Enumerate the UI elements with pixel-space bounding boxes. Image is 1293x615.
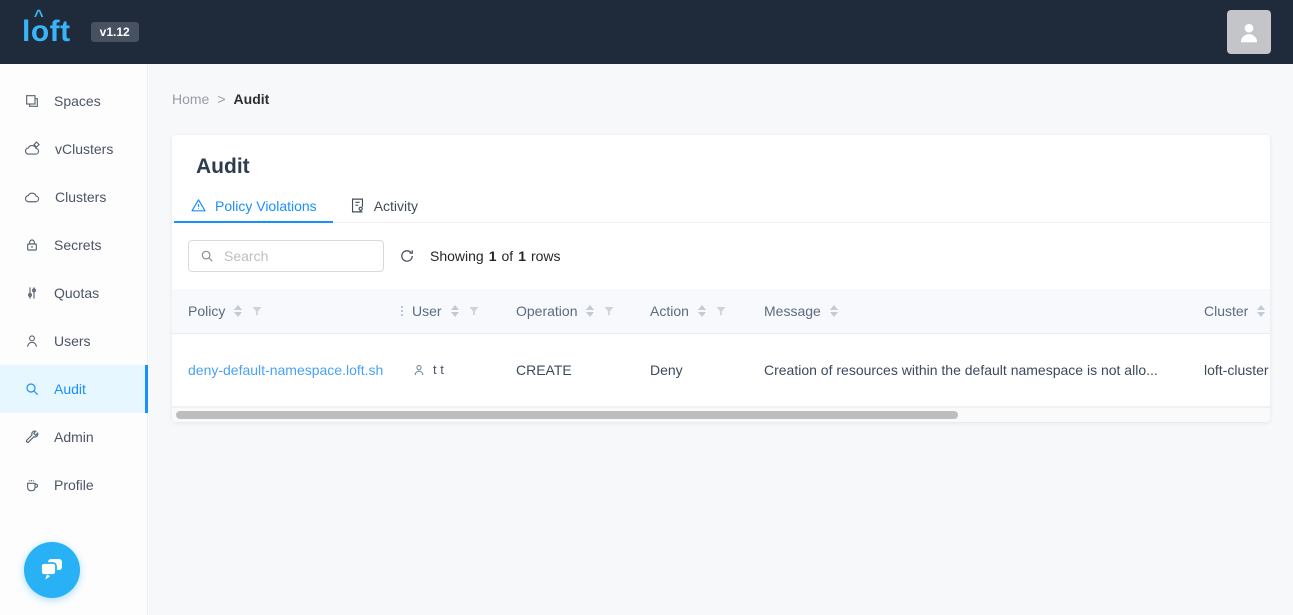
sidebar-item-label: Audit <box>54 381 86 397</box>
scrollbar-thumb[interactable] <box>176 411 958 419</box>
column-header-action: Action <box>642 289 756 333</box>
vclusters-icon <box>24 141 41 158</box>
version-badge: v1.12 <box>91 22 139 42</box>
search-input[interactable] <box>222 247 372 265</box>
sidebar-item-label: Clusters <box>55 189 106 205</box>
user-icon <box>1236 19 1262 45</box>
sidebar-item-audit[interactable]: Audit <box>0 365 147 413</box>
profile-cup-icon <box>24 477 40 493</box>
breadcrumb-separator: > <box>217 91 225 107</box>
chat-bubbles-icon <box>36 554 68 586</box>
filter-icon[interactable] <box>603 305 615 317</box>
sort-icon[interactable] <box>1257 305 1265 317</box>
tab-activity[interactable]: Activity <box>333 191 434 222</box>
sidebar-item-quotas[interactable]: Quotas <box>0 269 147 317</box>
filter-icon[interactable] <box>468 305 480 317</box>
tab-policy-violations[interactable]: Policy Violations <box>174 191 333 222</box>
breadcrumb: Home > Audit <box>172 91 1293 107</box>
breadcrumb-home[interactable]: Home <box>172 91 209 107</box>
policy-cell: deny-default-namespace.loft.sh <box>172 333 404 406</box>
clusters-icon <box>24 189 41 206</box>
loft-logo[interactable]: ^ loft <box>22 17 71 47</box>
action-cell: Deny <box>642 333 756 406</box>
sort-icon[interactable] <box>234 305 242 317</box>
chat-widget-button[interactable] <box>24 542 80 598</box>
sidebar-item-spaces[interactable]: Spaces <box>0 77 147 125</box>
table-row[interactable]: deny-default-namespace.loft.sh t t CREAT… <box>172 333 1270 406</box>
logo-roof-icon: ^ <box>29 7 49 24</box>
topbar: ^ loft v1.12 <box>0 0 1293 64</box>
sidebar-item-vclusters[interactable]: vClusters <box>0 125 147 173</box>
column-header-policy: Policy <box>172 289 404 333</box>
sidebar-item-label: Spaces <box>54 93 101 109</box>
column-header-operation: Operation <box>508 289 642 333</box>
users-icon <box>24 333 40 349</box>
column-resize-handle[interactable] <box>401 306 403 316</box>
violations-table: Policy User <box>172 289 1270 422</box>
user-avatar[interactable] <box>1227 10 1271 54</box>
audit-card: Audit Policy Violations Activity <box>172 135 1270 422</box>
search-box <box>188 240 384 272</box>
column-header-cluster: Cluster <box>1196 289 1270 333</box>
sidebar-item-label: Users <box>54 333 91 349</box>
cluster-cell: loft-cluster <box>1196 333 1270 406</box>
rows-current: 1 <box>489 248 497 264</box>
user-cell: t t <box>404 333 508 406</box>
tab-label: Policy Violations <box>215 198 317 214</box>
sort-icon[interactable] <box>586 305 594 317</box>
secrets-icon <box>24 237 40 253</box>
sidebar-item-label: Profile <box>54 477 94 493</box>
sidebar-item-clusters[interactable]: Clusters <box>0 173 147 221</box>
tab-label: Activity <box>374 198 418 214</box>
rows-total: 1 <box>518 248 526 264</box>
audit-search-icon <box>24 381 40 397</box>
sidebar-item-label: Secrets <box>54 237 101 253</box>
operation-cell: CREATE <box>508 333 642 406</box>
row-count-status: Showing 1 of 1 rows <box>430 248 561 264</box>
refresh-icon[interactable] <box>399 248 415 264</box>
user-icon <box>412 363 426 377</box>
sidebar-item-label: vClusters <box>55 141 113 157</box>
column-header-user: User <box>404 289 508 333</box>
sort-icon[interactable] <box>451 305 459 317</box>
message-cell: Creation of resources within the default… <box>756 333 1196 406</box>
spaces-icon <box>24 93 40 109</box>
breadcrumb-current: Audit <box>234 91 270 107</box>
sort-icon[interactable] <box>830 305 838 317</box>
warning-triangle-icon <box>190 197 207 214</box>
sidebar-item-users[interactable]: Users <box>0 317 147 365</box>
sort-icon[interactable] <box>698 305 706 317</box>
main-content: Home > Audit Audit Policy Violations Act… <box>148 64 1293 615</box>
sidebar-item-label: Admin <box>54 429 94 445</box>
sidebar-item-label: Quotas <box>54 285 99 301</box>
sidebar-item-admin[interactable]: Admin <box>0 413 147 461</box>
column-header-message: Message <box>756 289 1196 333</box>
filter-icon[interactable] <box>715 305 727 317</box>
admin-wrench-icon <box>24 429 40 445</box>
filter-icon[interactable] <box>251 305 263 317</box>
activity-audit-icon <box>349 197 366 214</box>
policy-link[interactable]: deny-default-namespace.loft.sh <box>188 362 383 378</box>
sidebar: Spaces vClusters Clusters Secrets Quotas… <box>0 64 148 615</box>
tab-bar: Policy Violations Activity <box>172 191 1270 223</box>
sidebar-item-secrets[interactable]: Secrets <box>0 221 147 269</box>
table-header-row: Policy User <box>172 289 1270 333</box>
quotas-icon <box>24 285 40 301</box>
sidebar-item-profile[interactable]: Profile <box>0 461 147 509</box>
horizontal-scrollbar[interactable] <box>172 407 1270 422</box>
table-toolbar: Showing 1 of 1 rows <box>172 223 1270 289</box>
search-icon <box>200 249 214 263</box>
page-title: Audit <box>172 135 1270 191</box>
